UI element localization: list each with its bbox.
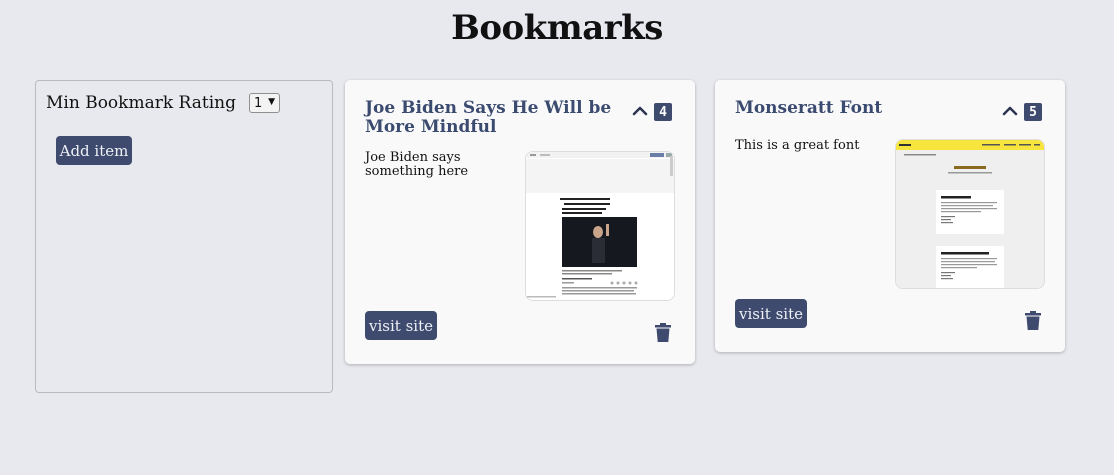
- visit-site-button[interactable]: visit site: [365, 311, 437, 340]
- trash-icon[interactable]: [655, 323, 671, 342]
- min-rating-row: Min Bookmark Rating 1 ▼: [46, 93, 280, 113]
- thumbnail-image: [896, 140, 1044, 288]
- chevron-up-icon[interactable]: [1001, 102, 1019, 120]
- bookmark-description: Joe Biden says something here: [365, 150, 469, 179]
- bookmark-description: This is a great font: [735, 138, 860, 153]
- trash-icon[interactable]: [1025, 311, 1041, 330]
- site-thumbnail[interactable]: [525, 151, 675, 301]
- visit-site-button[interactable]: visit site: [735, 299, 807, 328]
- min-rating-value: 1: [253, 95, 263, 111]
- min-rating-label: Min Bookmark Rating: [46, 93, 236, 113]
- thumbnail-image: [526, 152, 674, 300]
- site-thumbnail[interactable]: [895, 139, 1045, 289]
- filter-panel: Min Bookmark Rating 1 ▼ Add item: [35, 80, 333, 393]
- bookmark-card: Monseratt Font 5 This is a great font vi…: [715, 80, 1065, 352]
- page-title: Bookmarks: [451, 8, 663, 48]
- chevron-up-icon[interactable]: [631, 102, 649, 120]
- add-item-button[interactable]: Add item: [56, 136, 132, 165]
- rating-badge: 5: [1024, 103, 1042, 121]
- bookmark-title: Joe Biden Says He Will be More Mindful: [365, 98, 612, 137]
- min-rating-select[interactable]: 1 ▼: [248, 93, 280, 113]
- bookmark-title: Monseratt Font: [735, 98, 883, 118]
- dropdown-caret-icon: ▼: [268, 97, 275, 107]
- bookmark-card: Joe Biden Says He Will be More Mindful 4…: [345, 80, 695, 364]
- rating-badge: 4: [654, 103, 672, 121]
